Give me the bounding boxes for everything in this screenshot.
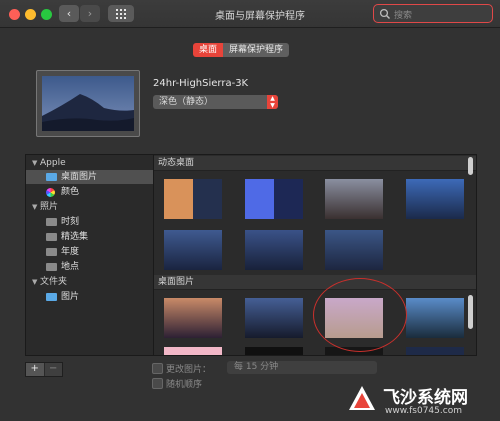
chevron-left-icon: ‹ — [66, 7, 72, 20]
wallpaper-thumb[interactable] — [406, 298, 464, 338]
sidebar-item-places[interactable]: 地点 — [26, 260, 153, 274]
appearance-dropdown[interactable]: 深色（静态） ▲ ▼ — [153, 95, 278, 109]
section-dynamic-header: 动态桌面 — [154, 156, 476, 171]
add-folder-button[interactable]: + — [26, 363, 44, 376]
color-wheel-icon — [46, 188, 55, 197]
disclosure-triangle-icon: ▼ — [32, 203, 38, 211]
minimize-button[interactable] — [25, 9, 36, 20]
wallpaper-thumb[interactable] — [406, 347, 464, 355]
sidebar-item-colors[interactable]: 颜色 — [26, 185, 153, 199]
change-picture-label: 更改图片： — [166, 365, 212, 375]
sidebar-item-label: 颜色 — [61, 187, 80, 197]
tab-switcher: 桌面 屏幕保护程序 — [193, 43, 290, 57]
wallpaper-thumb[interactable] — [245, 347, 303, 355]
wallpaper-thumb[interactable] — [406, 179, 464, 219]
wallpaper-thumb[interactable] — [325, 179, 383, 219]
group-photos[interactable]: ▼ 照片 — [26, 200, 153, 214]
search-placeholder: 搜索 — [394, 11, 413, 21]
close-button[interactable] — [9, 9, 20, 20]
sidebar-item-label: 年度 — [61, 247, 80, 257]
disclosure-triangle-icon: ▼ — [32, 159, 38, 167]
title-bar: ‹ › 桌面与屏幕保护程序 搜索 — [0, 0, 500, 28]
sidebar-item-moments[interactable]: 时刻 — [26, 215, 153, 229]
random-order-label: 随机顺序 — [166, 380, 203, 390]
tab-screensaver[interactable]: 屏幕保护程序 — [223, 43, 290, 57]
wallpaper-thumb[interactable] — [245, 179, 303, 219]
disclosure-triangle-icon: ▼ — [32, 278, 38, 286]
window-title: 桌面与屏幕保护程序 — [215, 11, 305, 22]
highlight-annotation-circle — [313, 278, 407, 352]
group-label: 照片 — [40, 202, 59, 212]
scrollbar-thumb[interactable] — [468, 157, 473, 175]
appearance-value: 深色（静态） — [159, 97, 214, 107]
sidebar-item-pictures[interactable]: 图片 — [26, 290, 153, 304]
sidebar-item-label: 地点 — [61, 262, 80, 272]
show-all-button[interactable] — [108, 5, 134, 22]
source-list: ▼ Apple 桌面图片 颜色 ▼ 照片 时刻 精选集 年度 地点 ▼ 文件夹 … — [25, 154, 154, 356]
folder-icon — [46, 248, 57, 256]
current-wallpaper-preview — [36, 70, 140, 137]
wallpaper-thumb[interactable] — [164, 347, 222, 355]
chevron-right-icon: › — [87, 7, 93, 20]
scrollbar-thumb[interactable] — [468, 295, 473, 329]
folder-blue-icon — [46, 293, 57, 301]
folder-icon — [46, 263, 57, 271]
wallpaper-thumb[interactable] — [164, 179, 222, 219]
search-field[interactable]: 搜索 — [373, 4, 493, 23]
tab-desktop[interactable]: 桌面 — [193, 43, 224, 57]
folder-icon — [46, 218, 57, 226]
zoom-button[interactable] — [41, 9, 52, 20]
group-folders[interactable]: ▼ 文件夹 — [26, 275, 153, 289]
wallpaper-image — [42, 76, 134, 131]
sidebar-item-label: 时刻 — [61, 217, 80, 227]
interval-dropdown[interactable]: 每 15 分钟 — [227, 361, 377, 374]
sidebar-item-label: 图片 — [61, 292, 80, 302]
change-picture-checkbox[interactable] — [152, 363, 163, 374]
site-logo-icon — [349, 386, 375, 410]
wallpaper-thumb[interactable] — [245, 298, 303, 338]
forward-button[interactable]: › — [80, 5, 100, 22]
sidebar-item-years[interactable]: 年度 — [26, 245, 153, 259]
section-pictures-header: 桌面图片 — [154, 275, 476, 290]
search-icon — [379, 8, 390, 19]
watermark: 飞沙系统网 www.fs0745.com — [345, 382, 497, 420]
interval-value: 每 15 分钟 — [234, 362, 279, 372]
wallpaper-thumb[interactable] — [325, 230, 383, 270]
wallpaper-name: 24hr-HighSierra-3K — [153, 78, 249, 89]
sidebar-item-label: 精选集 — [61, 232, 89, 242]
group-label: 文件夹 — [40, 277, 68, 287]
back-button[interactable]: ‹ — [59, 5, 79, 22]
group-label: Apple — [40, 158, 66, 168]
random-order-checkbox[interactable] — [152, 378, 163, 389]
folder-blue-icon — [46, 173, 57, 181]
group-apple[interactable]: ▼ Apple — [26, 156, 153, 170]
add-remove-control: + − — [25, 362, 63, 377]
watermark-url: www.fs0745.com — [385, 406, 462, 416]
sidebar-item-desktop-pictures[interactable]: 桌面图片 — [26, 170, 153, 184]
sidebar-item-collections[interactable]: 精选集 — [26, 230, 153, 244]
wallpaper-thumb[interactable] — [245, 230, 303, 270]
sidebar-item-label: 桌面图片 — [61, 172, 98, 182]
watermark-name: 飞沙系统网 — [383, 388, 468, 408]
wallpaper-thumb[interactable] — [164, 230, 222, 270]
remove-folder-button[interactable]: − — [43, 363, 62, 376]
wallpaper-thumb[interactable] — [164, 298, 222, 338]
folder-icon — [46, 233, 57, 241]
updown-arrows-icon: ▲ ▼ — [267, 95, 278, 109]
